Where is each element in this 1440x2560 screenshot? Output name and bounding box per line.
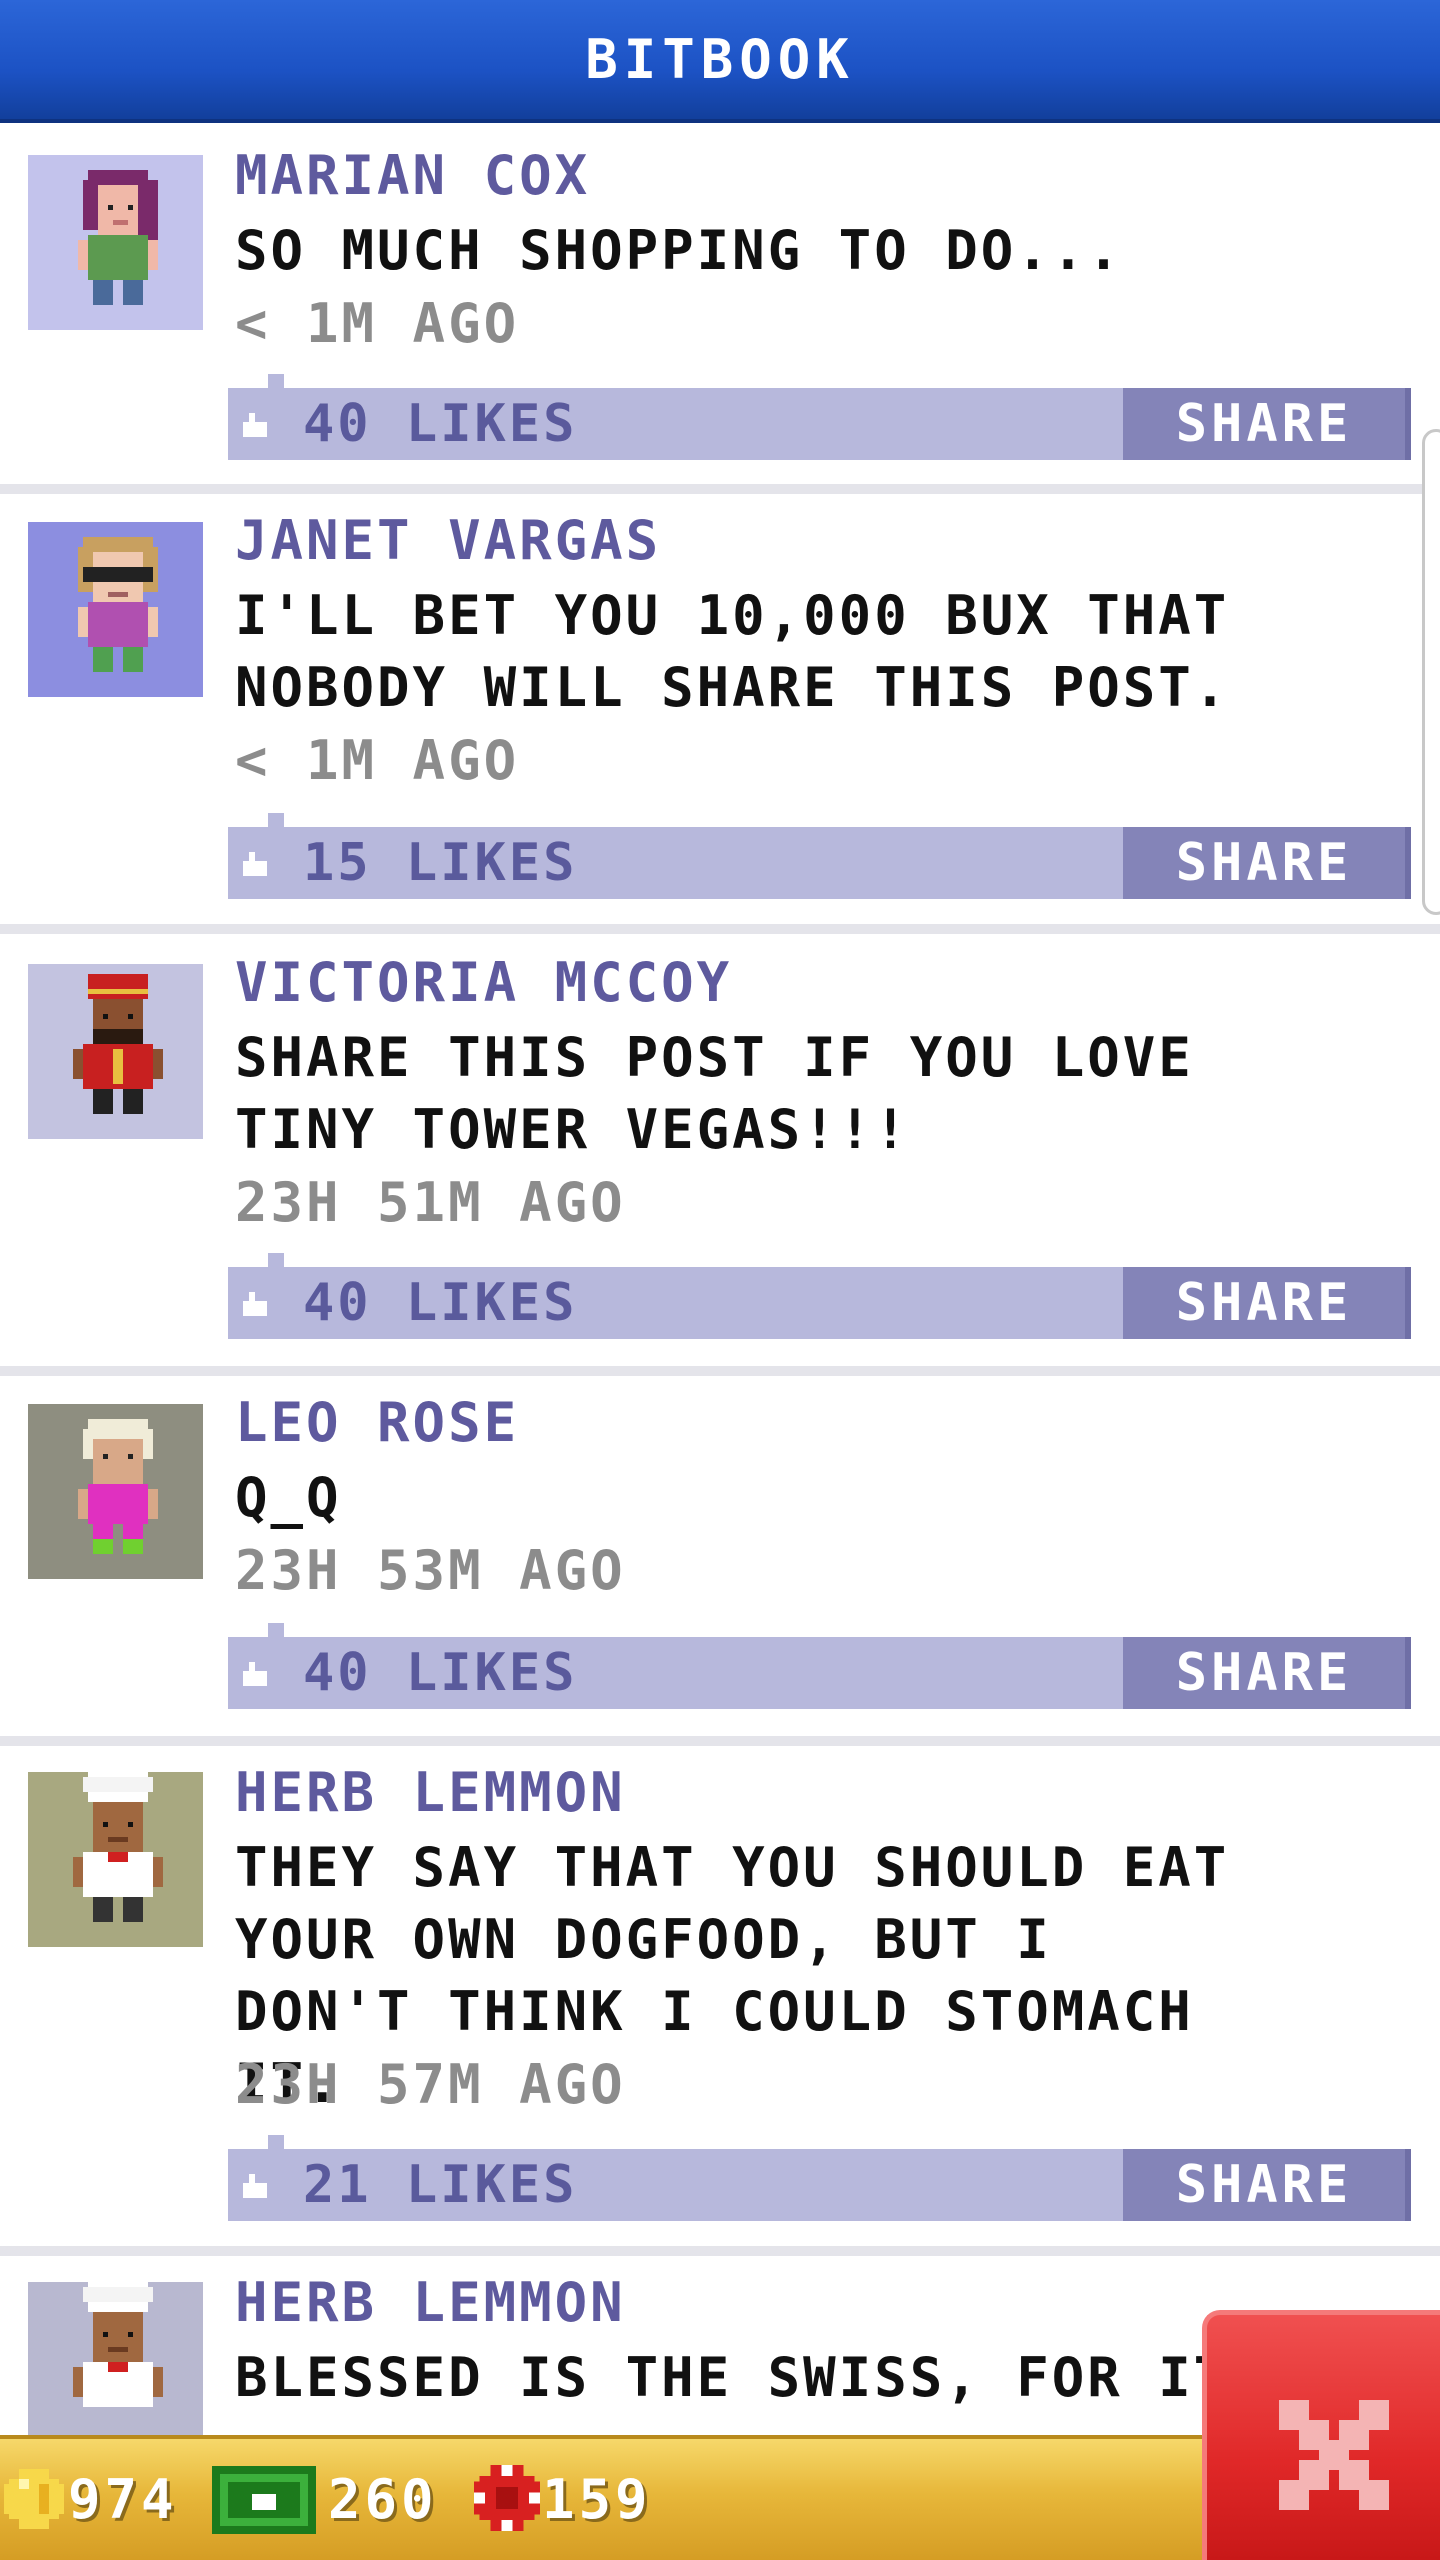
likes-bar: 21 LIKES SHARE	[228, 2135, 1411, 2221]
avatar[interactable]	[28, 1404, 203, 1579]
post-timestamp: 23H 51M AGO	[235, 1171, 626, 1234]
page-title: BITBOOK	[585, 28, 855, 91]
post-item: VICTORIA MCCOY SHARE THIS POST IF YOU LO…	[0, 934, 1440, 1366]
coins-count: 974	[68, 2468, 178, 2531]
close-button[interactable]	[1202, 2310, 1440, 2560]
thumbs-up-icon	[243, 1292, 267, 1316]
chips-count: 159	[542, 2468, 652, 2531]
likes-count: 40 LIKES	[303, 1273, 578, 1333]
avatar[interactable]	[28, 1772, 203, 1947]
share-button[interactable]: SHARE	[1123, 1637, 1411, 1709]
share-button[interactable]: SHARE	[1123, 1267, 1411, 1339]
post-author[interactable]: JANET VARGAS	[235, 508, 661, 574]
likes-bar: 40 LIKES SHARE	[228, 1623, 1411, 1709]
thumbs-up-icon	[243, 413, 267, 437]
bitbook-screen: BITBOOK MARIAN COX SO MUCH SHOPPING TO D…	[0, 0, 1440, 2560]
divider	[0, 2246, 1440, 2256]
avatar-leo-rose-icon	[78, 1419, 158, 1554]
avatar[interactable]	[28, 522, 203, 697]
post-timestamp: < 1M AGO	[235, 292, 520, 355]
avatar-herb-lemmon-icon	[73, 2282, 163, 2407]
post-message: I'LL BET YOU 10,000 BUX THAT NOBODY WILL…	[235, 584, 1230, 719]
scroll-handle[interactable]	[1422, 429, 1440, 915]
thumbs-up-icon	[243, 1662, 267, 1686]
thumbs-up-icon	[243, 2174, 267, 2198]
post-message: SHARE THIS POST IF YOU LOVE TINY TOWER V…	[235, 1026, 1194, 1161]
coin-icon	[4, 2469, 64, 2529]
post-author[interactable]: HERB LEMMON	[235, 1760, 626, 1826]
avatar-herb-lemmon-icon	[73, 1772, 163, 1922]
thumbs-up-icon	[243, 852, 267, 876]
bux-icon	[212, 2466, 316, 2534]
post-timestamp: < 1M AGO	[235, 729, 520, 792]
avatar-janet-vargas-icon	[78, 537, 158, 672]
likes-bar: 40 LIKES SHARE	[228, 374, 1411, 460]
likes-bar: 40 LIKES SHARE	[228, 1253, 1411, 1339]
post-item: HERB LEMMON THEY SAY THAT YOU SHOULD EAT…	[0, 1746, 1440, 2246]
likes-bar: 15 LIKES SHARE	[228, 813, 1411, 899]
post-timestamp: 23H 57M AGO	[235, 2053, 626, 2116]
post-item: JANET VARGAS I'LL BET YOU 10,000 BUX THA…	[0, 494, 1440, 924]
likes-count: 40 LIKES	[303, 1643, 578, 1703]
share-button[interactable]: SHARE	[1123, 2149, 1411, 2221]
post-message: Q_Q	[235, 1466, 342, 1529]
share-button[interactable]: SHARE	[1123, 388, 1411, 460]
avatar-victoria-mccoy-icon	[73, 974, 163, 1114]
avatar[interactable]	[28, 155, 203, 330]
post-feed[interactable]: MARIAN COX SO MUCH SHOPPING TO DO... < 1…	[0, 123, 1440, 2435]
post-timestamp: 23H 53M AGO	[235, 1539, 626, 1602]
bux-count: 260	[328, 2468, 438, 2531]
likes-count: 15 LIKES	[303, 833, 578, 893]
divider	[0, 484, 1440, 494]
avatar[interactable]	[28, 2282, 203, 2435]
post-author[interactable]: VICTORIA MCCOY	[235, 950, 732, 1016]
divider	[0, 1366, 1440, 1376]
avatar-marian-cox-icon	[78, 170, 158, 305]
casino-chip-icon	[474, 2465, 540, 2531]
post-message: SO MUCH SHOPPING TO DO...	[235, 219, 1123, 282]
likes-count: 40 LIKES	[303, 394, 578, 454]
post-item: LEO ROSE Q_Q 23H 53M AGO 40 LIKES SHARE	[0, 1376, 1440, 1736]
divider	[0, 924, 1440, 934]
post-author[interactable]: LEO ROSE	[235, 1390, 519, 1456]
share-button[interactable]: SHARE	[1123, 827, 1411, 899]
post-item: MARIAN COX SO MUCH SHOPPING TO DO... < 1…	[0, 123, 1440, 484]
likes-count: 21 LIKES	[303, 2155, 578, 2215]
avatar[interactable]	[28, 964, 203, 1139]
close-icon	[1279, 2400, 1389, 2510]
header-bar: BITBOOK	[0, 0, 1440, 123]
post-author[interactable]: HERB LEMMON	[235, 2270, 626, 2336]
post-author[interactable]: MARIAN COX	[235, 143, 590, 209]
divider	[0, 1736, 1440, 1746]
